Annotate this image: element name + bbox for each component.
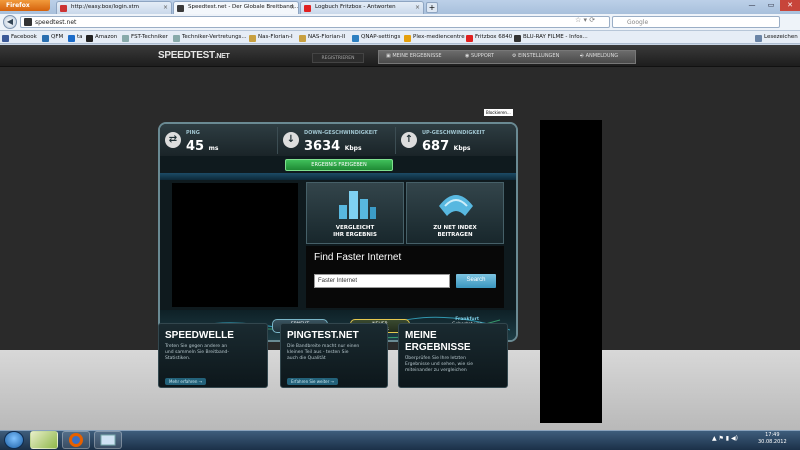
taskbar-app-firefox[interactable] [62, 431, 90, 449]
search-button[interactable]: Search [456, 274, 496, 288]
bookmark-item[interactable]: QFM [42, 34, 63, 42]
download-result: ↓ DOWN-GESCHWINDIGKEIT 3634 Kbps [278, 127, 396, 154]
tab-fritzbox[interactable]: Logbuch Fritzbox - Antworten × [300, 1, 424, 14]
close-icon[interactable]: × [290, 4, 295, 11]
divider [160, 173, 516, 180]
bookmark-item[interactable]: NAS-Florian-II [299, 34, 345, 42]
new-tab-button[interactable]: + [426, 2, 438, 13]
nav-my-results[interactable]: ▣ MEINE ERGEBNISSE [386, 53, 442, 59]
net-index-tile[interactable]: ZU NET INDEX BEITRAGEN [406, 182, 504, 244]
adblock-label[interactable]: Blockieren... [484, 109, 513, 116]
close-icon[interactable]: × [415, 4, 420, 11]
ad-placeholder-right [540, 120, 602, 423]
bookmark-item[interactable]: Facebook [2, 34, 37, 42]
clock[interactable]: 17:49 30.08.2012 [758, 432, 787, 446]
bookmark-item[interactable]: Fritzbox 6840 [466, 34, 512, 42]
tab-label: http://easy.box/login.stm [71, 4, 140, 10]
bookmarks-menu[interactable]: Lesezeichen [755, 34, 798, 42]
bookmark-item[interactable]: Amazon [86, 34, 117, 42]
tab-speedtest[interactable]: Speedtest.net - Der Globale Breitband...… [173, 1, 299, 14]
bookmark-star-icon[interactable]: ☆ ▾ ⟳ [575, 16, 595, 24]
ad-placeholder-left [172, 183, 298, 307]
start-button[interactable] [4, 431, 24, 449]
bookmark-item[interactable]: FST-Techniker [122, 34, 168, 42]
nav-login[interactable]: ⎆ ANMELDUNG [580, 53, 618, 59]
find-input[interactable]: Faster Internet [314, 274, 450, 288]
nav-support[interactable]: ◉ SUPPORT [465, 53, 494, 59]
page-icon [177, 5, 184, 12]
page-icon [304, 5, 311, 12]
bookmark-item[interactable]: ta [68, 34, 83, 42]
firefox-menu-button[interactable]: Firefox [0, 0, 50, 11]
bookmark-item[interactable]: Plex-mediencentre [404, 34, 465, 42]
close-window-button[interactable]: ✕ [780, 0, 800, 11]
site-identity-icon[interactable] [24, 18, 32, 26]
bookmark-item[interactable]: Techniker-Vertretungs... [173, 34, 247, 42]
speedtest-widget: ⇄ PING 45 ms ↓ DOWN-GESCHWINDIGKEIT 3634… [158, 122, 518, 342]
taskbar-app-window[interactable] [94, 431, 122, 449]
close-icon[interactable]: × [163, 4, 168, 11]
find-faster-internet-panel: Find Faster Internet Faster Internet Sea… [306, 246, 504, 308]
firefox-icon [69, 433, 83, 447]
compare-result-tile[interactable]: VERGLEICHT IHR ERGEBNIS [306, 182, 404, 244]
promo-card-my-results[interactable]: MEINE ERGEBNISSE Überprüfen Sie Ihre letz… [398, 323, 508, 388]
register-link[interactable]: REGISTRIEREN [312, 53, 364, 63]
page-icon [60, 5, 67, 12]
upload-result: ↑ UP-GESCHWINDIGKEIT 687 Kbps [396, 127, 516, 154]
find-title: Find Faster Internet [314, 252, 402, 263]
bar-chart-icon [339, 191, 376, 219]
net-index-icon [439, 195, 473, 216]
promo-card-speedwave[interactable]: SPEEDWELLE Treten Sie gegen andere an und… [158, 323, 268, 388]
bookmark-item[interactable]: QNAP-settings [352, 34, 400, 42]
maximize-button[interactable]: ▭ [761, 0, 781, 11]
upload-arrow-icon: ↑ [401, 132, 417, 148]
download-arrow-icon: ↓ [283, 132, 299, 148]
tab-label: Logbuch Fritzbox - Antworten [315, 4, 396, 10]
tab-easybox[interactable]: http://easy.box/login.stm × [56, 1, 172, 14]
ping-result: ⇄ PING 45 ms [160, 127, 278, 154]
url-bar[interactable]: speedtest.net [20, 16, 610, 28]
back-button[interactable]: ◀ [3, 15, 17, 29]
share-result-button[interactable]: ERGEBNIS FREIGEBEN [285, 159, 393, 171]
promo-card-pingtest[interactable]: PINGTEST.NET Die Bandbreite macht nur ei… [280, 323, 388, 388]
nav-settings[interactable]: ⚙ EINSTELLUNGEN [512, 53, 559, 59]
window-icon [100, 434, 116, 446]
learn-more-link[interactable]: Erfahren Sie weiter → [287, 378, 338, 385]
results-bar: ⇄ PING 45 ms ↓ DOWN-GESCHWINDIGKEIT 3634… [160, 124, 516, 156]
bookmark-item[interactable]: Nas-Florian-I [249, 34, 293, 42]
system-tray[interactable]: ▲ ⚑ ▮ ◀) [712, 435, 738, 442]
speedtest-logo[interactable]: SPEEDTEST.NET [158, 50, 230, 61]
tab-label: Speedtest.net - Der Globale Breitband... [188, 4, 299, 10]
minimize-button[interactable]: — [742, 0, 762, 11]
learn-more-link[interactable]: Mehr erfahren → [165, 378, 207, 385]
taskbar-app-files[interactable] [30, 431, 58, 449]
ping-icon: ⇄ [165, 132, 181, 148]
bookmark-item[interactable]: BLU-RAY FILME - Infos... [514, 34, 588, 42]
search-input[interactable]: Google [612, 16, 780, 28]
